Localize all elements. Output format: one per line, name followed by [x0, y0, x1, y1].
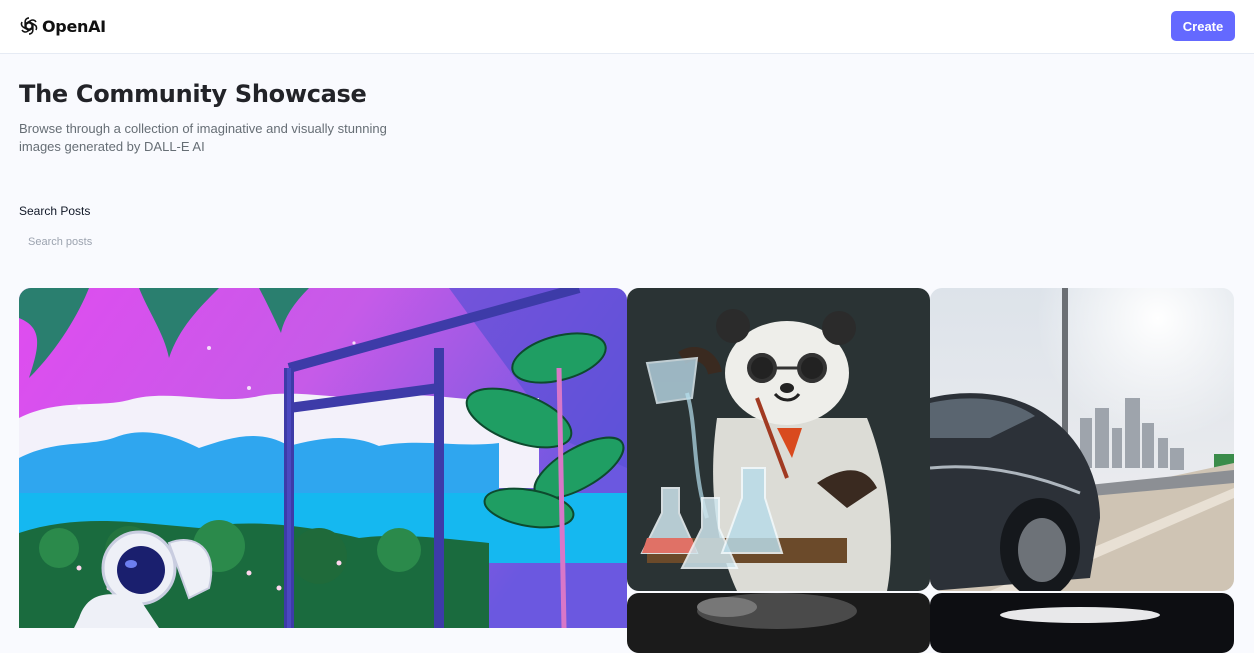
panda-scientist-image — [627, 288, 930, 591]
car-highway-city-image — [930, 288, 1234, 591]
dark-image — [930, 593, 1234, 653]
dark-image — [627, 593, 930, 653]
gallery-card-panda[interactable] — [627, 288, 930, 591]
create-button[interactable]: Create — [1171, 11, 1235, 41]
gallery-card-bottom-right[interactable] — [930, 593, 1234, 653]
search-input[interactable] — [19, 230, 1234, 254]
astronaut-vaporwave-image — [19, 288, 627, 628]
gallery-card-astronaut[interactable] — [19, 288, 627, 628]
gallery-card-car[interactable] — [930, 288, 1234, 591]
openai-logo-icon — [19, 17, 39, 35]
search-label: Search Posts — [19, 204, 91, 218]
top-navbar: OpenAI Create — [0, 0, 1254, 54]
openai-logo[interactable]: OpenAI — [18, 15, 106, 37]
logo-text: OpenAI — [42, 16, 106, 36]
page-subtitle: Browse through a collection of imaginati… — [19, 121, 387, 154]
page-title: The Community Showcase — [19, 80, 367, 108]
gallery-card-bottom-left[interactable] — [627, 593, 930, 653]
